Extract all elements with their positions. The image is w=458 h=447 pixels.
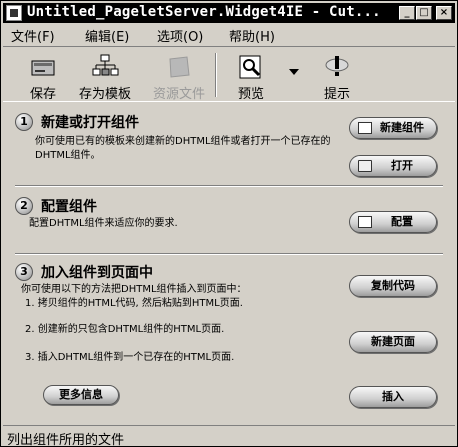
- configure-icon: [358, 216, 372, 228]
- section-3-description: 你可使用以下的方法把DHTML组件插入到页面中：: [21, 284, 247, 295]
- section-divider: [15, 185, 443, 187]
- resource-file-button[interactable]: 资源文件: [151, 49, 207, 102]
- maximize-button[interactable]: □: [416, 6, 432, 20]
- preview-dropdown-arrow-icon[interactable]: [289, 69, 299, 75]
- step-1-badge: 1: [15, 113, 33, 131]
- copy-code-button[interactable]: 复制代码: [349, 275, 437, 297]
- section-divider: [15, 253, 443, 255]
- new-page-button[interactable]: 新建页面: [349, 331, 437, 353]
- open-folder-icon: [358, 160, 372, 172]
- save-icon: [31, 60, 55, 76]
- step-3-badge: 3: [15, 263, 33, 281]
- hint-label: 提示: [323, 87, 350, 102]
- method-step-1: 1. 拷贝组件的HTML代码, 然后粘贴到HTML页面.: [25, 298, 243, 309]
- window-title: Untitled_PageletServer.Widget4IE - Cut..…: [27, 4, 381, 20]
- status-bar: 列出组件所用的文件: [3, 425, 455, 447]
- resource-file-icon: [169, 56, 190, 78]
- save-as-template-label: 存为模板: [78, 87, 131, 102]
- resource-file-label: 资源文件: [152, 87, 205, 102]
- section-1-description: 你可使用已有的模板来创建新的DHTML组件或者打开一个已存在的DHTML组件。: [35, 136, 331, 161]
- minimize-button[interactable]: _: [399, 6, 415, 20]
- menu-help[interactable]: 帮助(H): [229, 26, 275, 45]
- section-2-title: 配置组件: [41, 199, 97, 215]
- status-text: 列出组件所用的文件: [7, 433, 125, 447]
- open-button[interactable]: 打开: [349, 155, 437, 177]
- new-component-button[interactable]: 新建组件: [349, 117, 437, 139]
- preview-magnifier-icon: [239, 55, 261, 79]
- hint-button[interactable]: 提示: [309, 49, 365, 102]
- hint-exclamation-icon: [325, 56, 349, 76]
- save-label: 保存: [29, 87, 56, 102]
- section-3-title: 加入组件到页面中: [41, 265, 153, 281]
- configure-button[interactable]: 配置: [349, 211, 437, 233]
- step-2-badge: 2: [15, 197, 33, 215]
- new-document-icon: [358, 122, 372, 134]
- template-tree-icon: [92, 54, 119, 76]
- preview-label: 预览: [237, 87, 264, 102]
- more-info-button[interactable]: 更多信息: [43, 385, 119, 405]
- app-icon: [6, 5, 22, 21]
- toolbar-separator: [215, 53, 217, 97]
- close-button[interactable]: ×: [436, 6, 452, 20]
- insert-button[interactable]: 插入: [349, 386, 437, 408]
- menu-options[interactable]: 选项(O): [157, 26, 203, 45]
- preview-button[interactable]: 预览: [223, 49, 279, 102]
- title-bar[interactable]: Untitled_PageletServer.Widget4IE - Cut..…: [3, 3, 455, 23]
- menu-file[interactable]: 文件(F): [11, 26, 55, 45]
- content-panel: 1 新建或打开组件 你可使用已有的模板来创建新的DHTML组件或者打开一个已存在…: [7, 103, 447, 421]
- menu-edit[interactable]: 编辑(E): [85, 26, 129, 45]
- save-as-template-button[interactable]: 存为模板: [77, 49, 133, 102]
- toolbar: 保存 存为模板 资源文件 预览 提示: [3, 46, 455, 102]
- section-2-description: 配置DHTML组件来适应你的要求.: [29, 218, 178, 229]
- save-button[interactable]: 保存: [15, 49, 71, 102]
- menu-bar: 文件(F) 编辑(E) 选项(O) 帮助(H): [3, 24, 455, 45]
- method-step-3: 3. 插入DHTML组件到一个已存在的HTML页面.: [25, 352, 235, 363]
- method-step-2: 2. 创建新的只包含DHTML组件的HTML页面.: [25, 324, 225, 335]
- app-window: Untitled_PageletServer.Widget4IE - Cut..…: [0, 0, 458, 447]
- section-1-title: 新建或打开组件: [41, 115, 139, 131]
